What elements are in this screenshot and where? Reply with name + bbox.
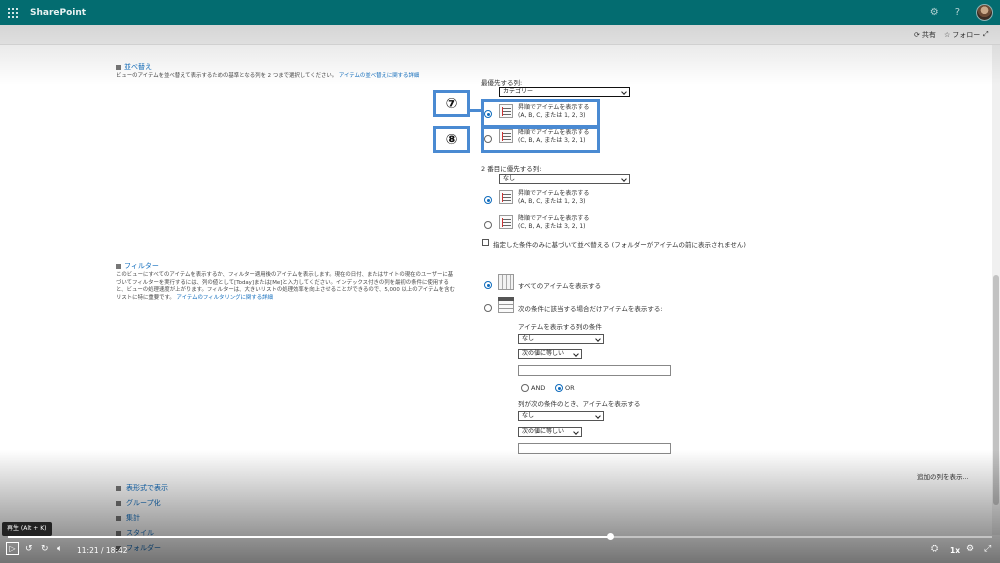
filter-or-radio[interactable] bbox=[555, 384, 563, 392]
callout-number-8: ⑧ bbox=[433, 126, 470, 153]
filter-and-radio[interactable] bbox=[521, 384, 529, 392]
sort-ascending-icon bbox=[499, 190, 513, 204]
all-items-icon bbox=[498, 274, 514, 290]
suite-bar: SharePoint ⚙ ? bbox=[0, 0, 1000, 25]
filter-conditional-label: 次の条件に該当する場合だけアイテムを表示する: bbox=[518, 305, 663, 313]
group-by-section[interactable]: グループ化 bbox=[116, 498, 161, 508]
share-icon: ⟳ bbox=[914, 31, 920, 39]
sort-only-condition-label: 指定した条件のみに基づいて並べ替える (フォルダーがアイテムの前に表示されません… bbox=[493, 241, 746, 249]
primary-column-label: 最優先する列: bbox=[481, 79, 523, 87]
help-icon[interactable]: ? bbox=[955, 7, 960, 18]
filter-condition1-label: アイテムを表示する列の条件 bbox=[518, 323, 602, 331]
tabular-view-section[interactable]: 表形式で表示 bbox=[116, 483, 168, 493]
collapse-icon bbox=[116, 263, 121, 269]
secondary-column-select[interactable]: なし bbox=[499, 174, 630, 184]
filter-condition2-column-select[interactable]: なし bbox=[518, 411, 604, 421]
volume-icon[interactable]: 🔈︎ bbox=[57, 544, 62, 554]
sort-descending-icon bbox=[499, 215, 513, 229]
sort-only-condition-checkbox[interactable] bbox=[482, 239, 489, 246]
app-brand[interactable]: SharePoint bbox=[30, 8, 86, 18]
secondary-descending-radio[interactable] bbox=[484, 221, 492, 229]
callout-box-8 bbox=[481, 126, 600, 153]
expand-icon bbox=[116, 500, 121, 506]
secondary-column-label: 2 番目に優先する列: bbox=[481, 165, 542, 173]
video-settings-icon[interactable]: ⚙ bbox=[966, 544, 974, 554]
secondary-ascending-label: 昇順でアイテムを表示する (A, B, C, または 1, 2, 3) bbox=[518, 190, 590, 205]
share-button[interactable]: ⟳ 共有 bbox=[914, 30, 936, 40]
forward-10-icon[interactable]: ↻ bbox=[41, 544, 49, 554]
filter-condition2-label: 列が次の条件のとき、アイテムを表示する bbox=[518, 400, 641, 408]
filter-condition1-operator-select[interactable]: 次の値に等しい bbox=[518, 349, 582, 359]
video-player-controls bbox=[0, 535, 1000, 563]
primary-column-select[interactable]: カテゴリー bbox=[499, 87, 630, 97]
rewind-10-icon[interactable]: ↺ bbox=[25, 544, 33, 554]
filter-learn-link[interactable]: アイテムのフィルタリングに関する詳細 bbox=[176, 295, 272, 301]
filter-condition1-column-select[interactable]: なし bbox=[518, 334, 604, 344]
expand-icon bbox=[116, 515, 121, 521]
filtered-items-icon bbox=[498, 297, 514, 313]
callout-number-7: ⑦ bbox=[433, 90, 470, 117]
app-launcher-icon[interactable] bbox=[8, 7, 18, 18]
filter-or-label: OR bbox=[565, 384, 575, 392]
scrollbar-thumb[interactable] bbox=[993, 275, 999, 505]
filter-condition2-value-input[interactable] bbox=[518, 443, 671, 454]
avatar[interactable] bbox=[976, 4, 993, 21]
collapse-icon bbox=[116, 64, 121, 70]
filter-show-all-label: すべてのアイテムを表示する bbox=[518, 282, 602, 290]
secondary-ascending-radio[interactable] bbox=[484, 196, 492, 204]
video-fullscreen-icon[interactable]: ⤢ bbox=[984, 544, 991, 554]
sort-learn-link[interactable]: アイテムの並べ替えに関する詳細 bbox=[339, 73, 419, 79]
filter-show-all-radio[interactable] bbox=[484, 281, 492, 289]
video-time: 11:21 / 18:42 bbox=[77, 546, 128, 555]
callout-connector-7 bbox=[470, 109, 484, 112]
follow-button[interactable]: ☆ フォロー bbox=[944, 30, 980, 40]
star-icon: ☆ bbox=[944, 31, 951, 39]
page-scrollbar[interactable] bbox=[992, 45, 1000, 535]
sort-section-header[interactable]: 並べ替え bbox=[116, 62, 152, 72]
filter-description: このビューにすべてのアイテムを表示するか、フィルター適用後のアイテムを表示します… bbox=[116, 272, 455, 301]
callout-box-7 bbox=[481, 99, 600, 128]
playback-speed[interactable]: 1x bbox=[950, 546, 960, 555]
play-icon[interactable]: ▷ bbox=[6, 542, 19, 555]
filter-conditional-radio[interactable] bbox=[484, 304, 492, 312]
filter-section-header[interactable]: フィルター bbox=[116, 261, 159, 271]
secondary-descending-label: 降順でアイテムを表示する (C, B, A, または 3, 2, 1) bbox=[518, 215, 590, 230]
play-tooltip: 再生 (Alt + K) bbox=[2, 522, 52, 536]
filter-condition1-value-input[interactable] bbox=[518, 365, 671, 376]
totals-section[interactable]: 集計 bbox=[116, 513, 140, 523]
filter-and-label: AND bbox=[531, 384, 546, 392]
expand-icon bbox=[116, 485, 121, 491]
fullscreen-icon[interactable]: ⤢ bbox=[983, 30, 989, 39]
captions-icon[interactable]: ⛭ bbox=[931, 544, 938, 554]
settings-icon[interactable]: ⚙ bbox=[930, 7, 939, 18]
command-bar: ⟳ 共有 ☆ フォロー ⤢ bbox=[0, 25, 1000, 45]
sort-description: ビューのアイテムを並べ替えて表示するための基準となる列を 2 つまで選択してくだ… bbox=[116, 73, 420, 79]
filter-condition2-operator-select[interactable]: 次の値に等しい bbox=[518, 427, 582, 437]
show-more-columns-link[interactable]: 追加の列を表示... bbox=[917, 471, 969, 481]
